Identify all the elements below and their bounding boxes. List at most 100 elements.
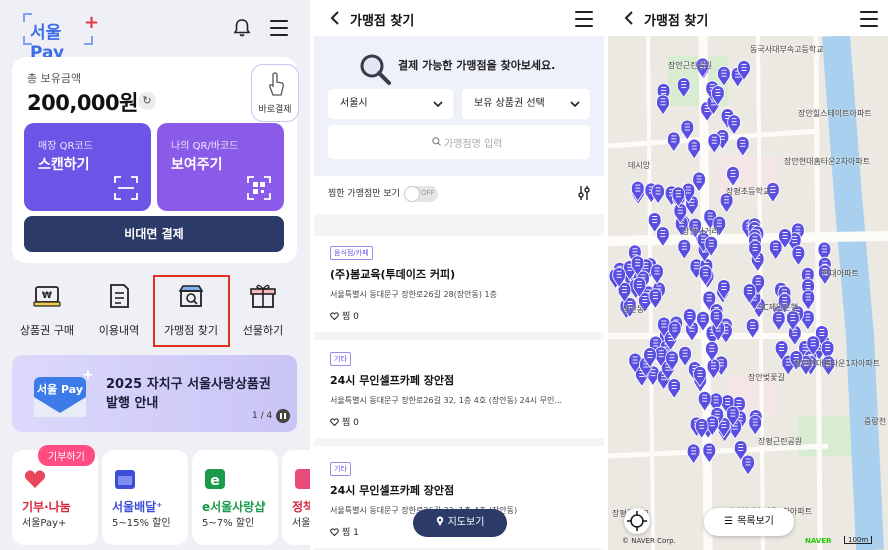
map-scale: 100m <box>844 536 873 544</box>
balance-label: 총 보유금액 <box>27 72 82 85</box>
seoulpay-envelope-icon: 서울 Pay + <box>34 367 92 417</box>
quick-pay-button[interactable]: 바로결제 <box>251 64 299 122</box>
service-policy[interactable]: 정책 서울 <box>282 450 310 545</box>
map-label: 장평근린공원 <box>758 437 803 446</box>
map-label: 동국사대부속고등학교 <box>750 45 824 54</box>
favorite-count[interactable]: 찜 1 <box>330 525 359 538</box>
store-list-screen: 가맹점 찾기 결제 가능한 가맹점을 찾아보세요. 서울시 보유 상품권 선택 … <box>314 0 604 550</box>
favorite-text: 찜 1 <box>342 528 359 538</box>
location-pin-icon <box>436 516 443 526</box>
map-label: 장안동 <box>622 305 645 314</box>
favorite-text: 찜 0 <box>342 418 359 428</box>
current-location-button[interactable] <box>624 508 650 534</box>
menu-usage-history[interactable]: 이용내역 <box>84 282 154 338</box>
page-title: 가맹점 찾기 <box>644 14 709 29</box>
service-name: 기부·나눔 <box>22 500 71 514</box>
filter-sliders-icon[interactable] <box>576 185 592 201</box>
service-delivery[interactable]: 서울배달⁺ 5~15% 할인 <box>102 450 188 545</box>
back-icon[interactable] <box>622 10 636 26</box>
home-screen: 서울Pay + 총 보유금액 200,000원 ↻ 매장 QR코드 스캔하기 나… <box>0 0 310 550</box>
heart-icon <box>330 418 339 426</box>
store-search-input[interactable]: 가맹점명 입력 <box>328 125 590 159</box>
naver-logo: NAVER <box>805 537 832 545</box>
map-label: 장안현대홈타운1차아파트 <box>794 359 881 368</box>
back-icon[interactable] <box>328 10 342 26</box>
logo-plus-icon: + <box>84 12 100 33</box>
voucher-value: 보유 상품권 선택 <box>474 98 545 109</box>
map-view-label: 지도보기 <box>447 517 485 528</box>
list-view-label: 목록보기 <box>737 516 774 527</box>
service-eshop[interactable]: e e서울사랑샵 5~7% 할인 <box>192 450 278 545</box>
menu-label: 상품권 구매 <box>19 324 75 337</box>
search-panel: 결제 가능한 가맹점을 찾아보세요. 서울시 보유 상품권 선택 가맹점명 입력 <box>314 36 604 176</box>
favorite-count[interactable]: 찜 0 <box>330 309 359 322</box>
region-value: 서울시 <box>340 98 368 109</box>
quick-pay-label: 바로결제 <box>258 105 292 115</box>
svg-text:+: + <box>82 367 92 383</box>
menu-label: 선물하기 <box>242 324 284 337</box>
bell-icon[interactable] <box>232 18 252 38</box>
section-divider <box>314 214 604 236</box>
gift-icon <box>250 284 276 308</box>
policy-icon <box>295 469 310 489</box>
map-label: 데시앙 <box>628 161 651 170</box>
cardless-pay-button[interactable]: 비대면 결제 <box>24 216 284 252</box>
menu-icon[interactable] <box>575 11 593 27</box>
svg-text:₩: ₩ <box>42 291 52 301</box>
banner-title-line2: 발행 안내 <box>106 396 159 411</box>
fav-only-toggle[interactable]: OFF <box>404 186 438 202</box>
service-sub: 5~7% 할인 <box>202 518 255 529</box>
scan-qr-button[interactable]: 매장 QR코드 스캔하기 <box>24 123 151 211</box>
map-label: 장안근린공원 <box>668 61 713 70</box>
menu-voucher-purchase[interactable]: ₩ 상품권 구매 <box>12 282 82 338</box>
region-select[interactable]: 서울시 <box>328 89 453 119</box>
map-view-button[interactable]: 지도보기 <box>413 509 507 537</box>
toggle-knob <box>405 187 419 201</box>
show-sub-label: 나의 QR/바코드 <box>171 141 239 152</box>
heart-icon <box>330 528 339 536</box>
chevron-down-icon <box>433 101 443 108</box>
category-badge: 기타 <box>330 352 351 366</box>
pause-icon[interactable] <box>276 409 290 423</box>
svg-text:서울 Pay: 서울 Pay <box>37 382 83 396</box>
map-copyright: © NAVER Corp. <box>622 537 676 545</box>
store-item[interactable]: 기타 24시 무인셀프카페 장안점 서울특별시 동대문구 장한로26길 32, … <box>314 342 604 446</box>
page-title: 가맹점 찾기 <box>350 14 415 29</box>
balance-value: 200,000원 <box>27 91 138 115</box>
touch-hand-icon <box>269 72 284 96</box>
category-badge: 기타 <box>330 462 351 476</box>
notice-banner[interactable]: 서울 Pay + 2025 자치구 서울사랑상품권 발행 안내 1 / 4 <box>12 355 297 432</box>
store-item[interactable]: 음식점/카페 (주)봄교육(투데이즈 커피) 서울특별시 동대문구 장한로26길… <box>314 236 604 340</box>
seoulpay-logo: 서울Pay + <box>22 12 99 63</box>
map-label: 장안현대홈타운2차아파트 <box>784 157 871 166</box>
map-label: 장안힐스테이트아파트 <box>798 109 872 118</box>
voucher-select[interactable]: 보유 상품권 선택 <box>462 89 590 119</box>
fav-only-label: 찜한 가맹점만 보기 <box>328 189 400 199</box>
heart-hands-icon <box>24 470 46 488</box>
favorite-count[interactable]: 찜 0 <box>330 415 359 428</box>
menu-label: 이용내역 <box>98 324 140 337</box>
banner-pagination: 1 / 4 <box>252 411 273 421</box>
heart-icon <box>330 312 339 320</box>
donate-badge: 기부하기 <box>38 445 95 466</box>
menu-icon[interactable] <box>860 11 878 27</box>
show-main-label: 보여주기 <box>171 157 223 173</box>
crosshair-icon <box>627 511 647 531</box>
map-label: 장안사거리 <box>682 227 719 236</box>
guide-text: 결제 가능한 가맹점을 찾아보세요. <box>398 59 556 72</box>
qr-code-icon <box>247 176 271 200</box>
store-map[interactable]: 동국사대부속고등학교 장안근린공원 장안힐스테이트아파트 장안현대홈타운2차아파… <box>608 36 888 550</box>
magnifier-icon <box>360 54 391 85</box>
banner-title-line1: 2025 자치구 서울사랑상품권 <box>106 377 271 392</box>
menu-icon[interactable] <box>270 20 288 36</box>
chevron-down-icon <box>570 101 580 108</box>
map-label: 현대아파트 <box>822 269 859 278</box>
list-view-button[interactable]: ☰ 목록보기 <box>704 508 794 536</box>
top-bar: 가맹점 찾기 <box>314 0 604 36</box>
refresh-icon[interactable]: ↻ <box>138 92 156 110</box>
e-shop-icon: e <box>205 469 225 489</box>
show-qr-button[interactable]: 나의 QR/바코드 보여주기 <box>157 123 284 211</box>
store-name: 24시 무인셀프카페 장안점 <box>330 374 455 387</box>
menu-gift[interactable]: 선물하기 <box>228 282 298 338</box>
store-address: 서울특별시 동대문구 장한로26길 32, 1층 4호 (장안동) 24시 무인… <box>330 396 563 405</box>
